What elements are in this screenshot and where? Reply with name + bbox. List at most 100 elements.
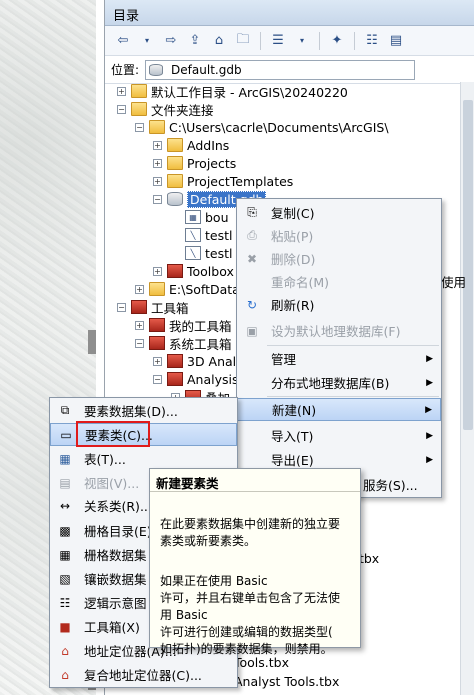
menu-item-delete[interactable]: ✖ 删除(D) <box>237 247 441 270</box>
views-icon[interactable]: ☰ <box>268 31 288 51</box>
tree-item-home[interactable]: + 默认工作目录 - ArcGIS\20240220 <box>117 82 348 100</box>
submenu-arrow-icon: ▶ <box>426 430 433 441</box>
relationship-class-icon: ↔ <box>59 498 71 513</box>
tree-item-system-toolboxes[interactable]: − 系统工具箱 <box>135 334 232 352</box>
feature-class-icon: ╲ <box>185 228 201 242</box>
default-gdb-icon: ▣ <box>246 323 258 338</box>
menu-item-label: 视图(V)... <box>84 476 140 491</box>
menu-item-label: 栅格数据集 <box>84 548 147 563</box>
dropdown-arrow-icon[interactable]: ▾ <box>137 31 157 51</box>
tree-item-label: testl <box>205 245 233 261</box>
tree-item-label: C:\Users\cacrle\Documents\ArcGIS\ <box>169 119 389 135</box>
forward-arrow-icon[interactable]: ⇨ <box>161 31 181 51</box>
expand-icon[interactable]: + <box>153 266 162 276</box>
menu-item-manage[interactable]: 管理 ▶ <box>237 347 441 370</box>
menu-item-refresh[interactable]: ↻ 刷新(R) <box>237 293 441 316</box>
collapse-icon[interactable]: − <box>135 122 144 132</box>
menu-item-copy[interactable]: ⎘ 复制(C) <box>237 201 441 224</box>
hierarchy-icon[interactable]: ☷ <box>362 31 382 51</box>
menu-item-label: 镶嵌数据集 <box>84 572 147 587</box>
menu-item-label: 设为默认地理数据库(F) <box>271 324 401 339</box>
submenu-item-feature-dataset[interactable]: ⧉ 要素数据集(D)... <box>50 399 237 422</box>
tree-scrollbar[interactable] <box>460 82 474 695</box>
expand-icon[interactable]: + <box>153 176 162 186</box>
expand-icon[interactable]: + <box>153 140 162 150</box>
options-icon[interactable]: ▤ <box>386 31 406 51</box>
tree-item-testl-1[interactable]: ╲ testl <box>185 226 232 244</box>
geodatabase-icon <box>167 192 183 206</box>
tree-item-folder-connections[interactable]: − 文件夹连接 <box>117 100 214 118</box>
tree-item-toolbox[interactable]: + Toolbox <box>153 262 234 280</box>
toolbox-icon <box>167 354 183 368</box>
tree-item-e-drive[interactable]: + E:\SoftData\ <box>135 280 244 298</box>
toolbox-icon: ■ <box>59 619 71 634</box>
menu-item-set-default-gdb[interactable]: ▣ 设为默认地理数据库(F) <box>237 319 441 342</box>
submenu-arrow-icon: ▶ <box>426 353 433 364</box>
menu-item-import[interactable]: 导入(T) ▶ <box>237 424 441 447</box>
submenu-arrow-icon: ▶ <box>426 377 433 388</box>
tree-item-label: 3D Anal <box>187 353 237 369</box>
menu-item-rename[interactable]: 重命名(M) <box>237 270 441 293</box>
expand-icon[interactable]: + <box>153 158 162 168</box>
menu-item-label: 粘贴(P) <box>271 229 314 244</box>
tree-item-label: Toolbox <box>187 263 234 279</box>
tooltip-body: 在此要素数据集中创建新的独立要 素类或新要素类。 如果正在使用 Basic 许可… <box>160 499 356 675</box>
folder-icon <box>167 156 183 170</box>
collapse-icon[interactable]: − <box>153 194 162 204</box>
menu-item-new[interactable]: 新建(N) ▶ <box>237 398 441 421</box>
menu-item-label: 分布式地理数据库(B) <box>271 376 390 391</box>
tree-item-analyst-tools-partial[interactable]: Analyst Tools.tbx <box>234 674 339 689</box>
schematic-icon: ☷ <box>59 595 71 610</box>
tree-item-projects[interactable]: + Projects <box>153 154 236 172</box>
menu-item-paste[interactable]: ⎙ 粘贴(P) <box>237 224 441 247</box>
tree-item-analysis[interactable]: − Analysis <box>153 370 239 388</box>
feature-class-icon: ╲ <box>185 246 201 260</box>
feature-class-icon: ▦ <box>185 210 201 224</box>
tree-item-label: Analysis <box>187 371 239 387</box>
submenu-item-table[interactable]: ▦ 表(T)... <box>50 447 237 470</box>
map-scroll-handle[interactable] <box>88 330 96 354</box>
panel-title: 目录 <box>105 0 474 26</box>
tree-item-3d-analyst[interactable]: + 3D Anal <box>153 352 236 370</box>
expand-icon[interactable]: + <box>135 284 144 294</box>
menu-item-label: 导入(T) <box>271 429 314 444</box>
folder-icon <box>149 120 165 134</box>
tree-item-label: Projects <box>187 155 237 171</box>
folder-icon <box>167 174 183 188</box>
expand-icon[interactable]: + <box>117 86 126 96</box>
tree-item-bou[interactable]: ▦ bou <box>185 208 229 226</box>
expand-icon[interactable]: + <box>135 320 144 330</box>
geodatabase-icon <box>149 63 164 76</box>
tree-item-addins[interactable]: + AddIns <box>153 136 229 154</box>
collapse-icon[interactable]: − <box>117 104 126 114</box>
tree-item-projecttemplates[interactable]: + ProjectTemplates <box>153 172 293 190</box>
menu-item-distributed-gdb[interactable]: 分布式地理数据库(B) ▶ <box>237 371 441 394</box>
menu-item-label: 工具箱(X) <box>84 620 140 635</box>
toolbox-icon <box>149 336 165 350</box>
tree-item-label: bou <box>205 209 229 225</box>
menu-item-label: 逻辑示意图 <box>84 596 147 611</box>
views-dropdown-icon[interactable]: ▾ <box>292 31 312 51</box>
connect-folder-icon[interactable]: 🗀 <box>233 31 253 51</box>
tree-overflow-text: 使用 <box>441 275 467 290</box>
composite-locator-icon: ⌂ <box>61 667 69 682</box>
tooltip-title: 新建要素类 <box>156 476 219 491</box>
menu-separator <box>267 396 439 397</box>
expand-icon[interactable]: + <box>153 356 162 366</box>
tree-item-c-drive[interactable]: − C:\Users\cacrle\Documents\ArcGIS\ <box>135 118 389 136</box>
tree-item-my-toolboxes[interactable]: + 我的工具箱 <box>135 316 232 334</box>
folder-connections-icon <box>131 102 147 116</box>
collapse-icon[interactable]: − <box>153 374 162 384</box>
collapse-icon[interactable]: − <box>117 302 126 312</box>
collapse-icon[interactable]: − <box>135 338 144 348</box>
tree-item-toolboxes[interactable]: − 工具箱 <box>117 298 189 316</box>
back-arrow-icon[interactable]: ⇦ <box>113 31 133 51</box>
home-icon[interactable]: ⌂ <box>209 31 229 51</box>
scrollbar-thumb[interactable] <box>463 100 473 430</box>
tree-item-testl-2[interactable]: ╲ testl <box>185 244 232 262</box>
location-input[interactable]: Default.gdb <box>145 59 416 80</box>
annotation-highlight-box <box>76 421 150 447</box>
toolbox-icon <box>149 318 165 332</box>
up-folder-icon[interactable]: ⇪ <box>185 31 205 51</box>
new-item-icon[interactable]: ✦ <box>327 31 347 51</box>
